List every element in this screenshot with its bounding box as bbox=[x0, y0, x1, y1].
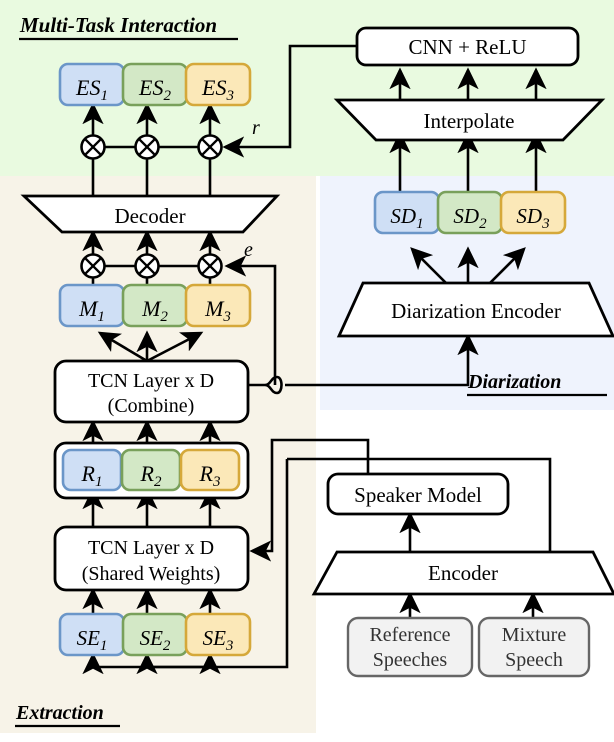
svg-text:CNN + ReLU: CNN + ReLU bbox=[408, 35, 526, 59]
svg-text:Diarization: Diarization bbox=[467, 371, 561, 393]
multiply-op-es-3 bbox=[197, 134, 223, 160]
m-box-2[interactable]: M2 bbox=[121, 283, 189, 328]
node-decoder[interactable]: Decoder bbox=[20, 194, 281, 234]
svg-text:Multi-Task Interaction: Multi-Task Interaction bbox=[19, 13, 217, 37]
svg-text:Encoder: Encoder bbox=[428, 561, 498, 585]
multiply-op-m-3 bbox=[197, 253, 223, 279]
svg-text:Extraction: Extraction bbox=[15, 702, 104, 724]
sd-box-2[interactable]: SD2 bbox=[436, 190, 504, 235]
svg-text:Mixture: Mixture bbox=[502, 624, 567, 646]
figure-canvas: Multi-Task Interaction Extraction Diariz… bbox=[0, 0, 614, 742]
node-mixture-speech[interactable]: Mixture Speech bbox=[477, 616, 591, 678]
r-box-2[interactable]: R2 bbox=[120, 448, 182, 492]
node-speaker-model[interactable]: Speaker Model bbox=[326, 472, 510, 516]
svg-text:Interpolate: Interpolate bbox=[424, 109, 515, 133]
multiply-op-es-1 bbox=[80, 134, 106, 160]
multiply-op-m-2 bbox=[134, 253, 160, 279]
node-reference-speeches[interactable]: Reference Speeches bbox=[346, 616, 474, 678]
m-box-1[interactable]: M1 bbox=[58, 283, 126, 328]
region-title-multi-task: Multi-Task Interaction bbox=[19, 13, 238, 41]
es-box-2[interactable]: ES2 bbox=[121, 62, 189, 107]
node-diarization-encoder[interactable]: Diarization Encoder bbox=[336, 281, 614, 338]
se-box-1[interactable]: SE1 bbox=[58, 612, 126, 657]
svg-text:Speaker Model: Speaker Model bbox=[354, 483, 482, 507]
edge-label-r: r bbox=[252, 117, 260, 139]
multiply-op-es-2 bbox=[134, 134, 160, 160]
node-encoder[interactable]: Encoder bbox=[311, 550, 614, 596]
node-interpolate[interactable]: Interpolate bbox=[333, 98, 606, 142]
sd-box-3[interactable]: SD3 bbox=[499, 190, 567, 235]
svg-text:Reference: Reference bbox=[369, 624, 450, 646]
se-box-2[interactable]: SE2 bbox=[121, 612, 189, 657]
svg-text:TCN Layer x D: TCN Layer x D bbox=[88, 537, 214, 559]
edge-label-e: e bbox=[244, 239, 253, 261]
svg-text:Speech: Speech bbox=[505, 649, 563, 671]
multiply-op-m-1 bbox=[80, 253, 106, 279]
svg-text:(Shared Weights): (Shared Weights) bbox=[82, 563, 221, 585]
node-cnn-relu[interactable]: CNN + ReLU bbox=[355, 26, 580, 67]
svg-text:Decoder: Decoder bbox=[114, 204, 185, 228]
es-box-1[interactable]: ES1 bbox=[58, 62, 126, 107]
r-box-3[interactable]: R3 bbox=[179, 448, 241, 492]
se-box-3[interactable]: SE3 bbox=[184, 612, 252, 657]
node-tcn-shared[interactable]: TCN Layer x D (Shared Weights) bbox=[53, 525, 250, 592]
sd-box-1[interactable]: SD1 bbox=[373, 190, 441, 235]
svg-text:Speeches: Speeches bbox=[373, 649, 448, 671]
svg-text:(Combine): (Combine) bbox=[108, 395, 195, 417]
node-tcn-combine[interactable]: TCN Layer x D (Combine) bbox=[53, 359, 250, 424]
svg-text:TCN Layer x D: TCN Layer x D bbox=[88, 370, 214, 392]
svg-text:Diarization Encoder: Diarization Encoder bbox=[391, 299, 561, 323]
m-box-3[interactable]: M3 bbox=[184, 283, 252, 328]
r-box-1[interactable]: R1 bbox=[61, 448, 123, 492]
es-box-3[interactable]: ES3 bbox=[184, 62, 252, 107]
